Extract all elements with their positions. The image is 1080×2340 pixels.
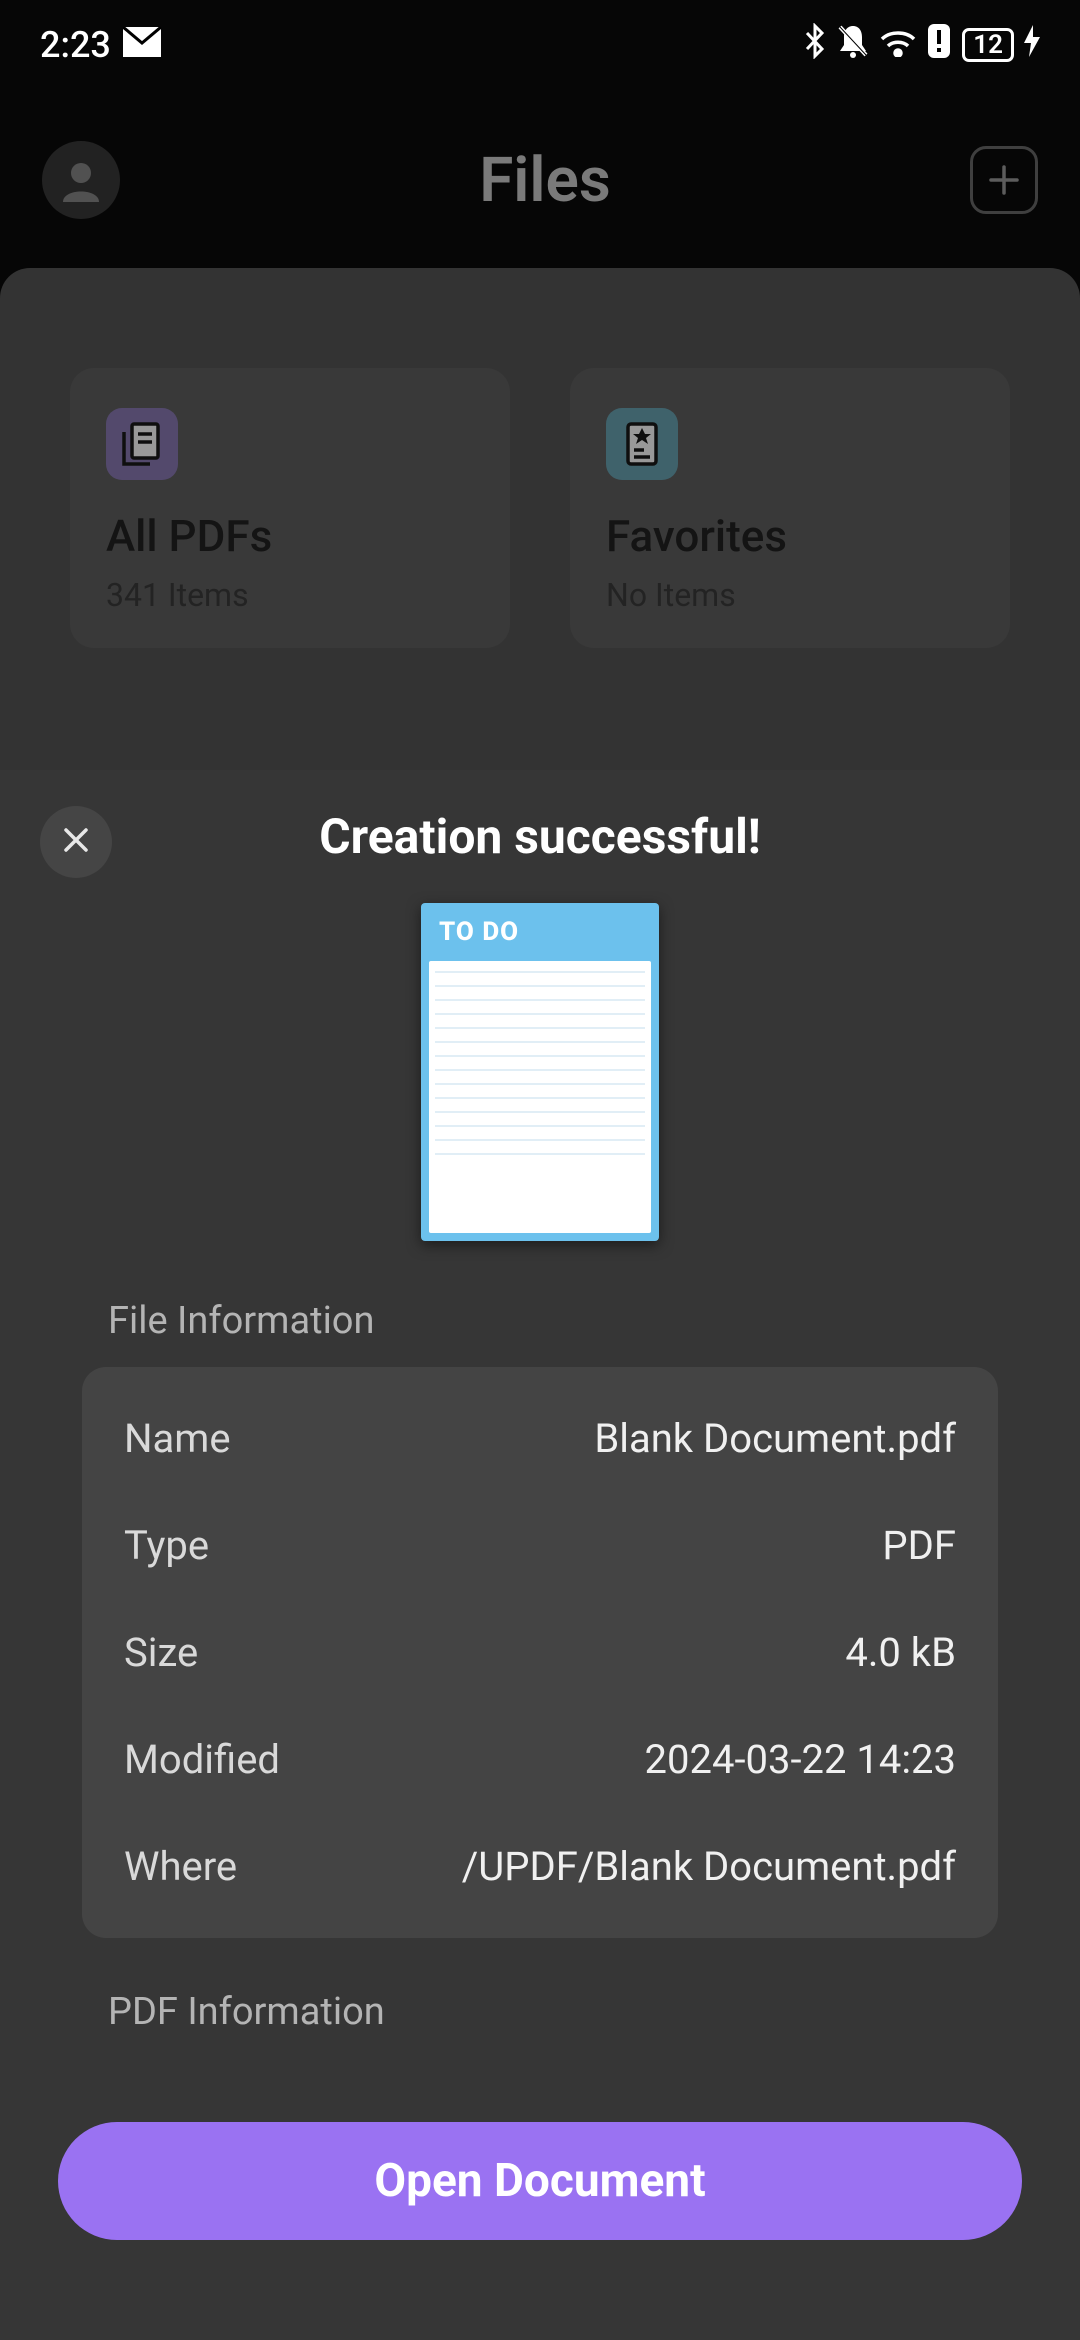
file-info-label: File Information	[40, 1299, 1040, 1343]
wifi-icon	[880, 24, 916, 66]
mail-icon	[123, 24, 161, 66]
battery-icon: 12	[962, 28, 1014, 62]
status-time: 2:23	[40, 24, 111, 66]
info-val: 2024-03-22 14:23	[645, 1736, 956, 1783]
document-thumbnail: TO DO	[40, 903, 1040, 1241]
status-bar: 2:23 12	[0, 0, 1080, 90]
close-button[interactable]	[40, 806, 112, 878]
info-val: 4.0 kB	[845, 1629, 956, 1676]
info-val: Blank Document.pdf	[594, 1415, 956, 1462]
creation-sheet: Creation successful! TO DO File Informat…	[0, 770, 1080, 2340]
info-val: PDF	[882, 1522, 956, 1569]
pdf-info-label: PDF Information	[40, 1990, 1040, 2034]
battery-level: 12	[973, 30, 1003, 60]
open-document-button[interactable]: Open Document	[58, 2122, 1022, 2240]
info-row-where: Where /UPDF/Blank Document.pdf	[124, 1813, 956, 1920]
info-key: Where	[124, 1843, 237, 1890]
info-key: Name	[124, 1415, 231, 1462]
info-key: Type	[124, 1522, 209, 1569]
thumbnail-page	[429, 961, 651, 1233]
bluetooth-icon	[804, 23, 826, 68]
info-key: Size	[124, 1629, 198, 1676]
info-row-name: Name Blank Document.pdf	[124, 1385, 956, 1492]
file-info-card: Name Blank Document.pdf Type PDF Size 4.…	[82, 1367, 998, 1938]
close-icon	[60, 824, 92, 860]
sheet-title: Creation successful!	[319, 808, 761, 865]
notifications-off-icon	[836, 23, 870, 68]
info-val: /UPDF/Blank Document.pdf	[462, 1843, 956, 1890]
info-row-modified: Modified 2024-03-22 14:23	[124, 1706, 956, 1813]
info-row-type: Type PDF	[124, 1492, 956, 1599]
alert-icon	[926, 24, 952, 67]
info-key: Modified	[124, 1736, 280, 1783]
charging-icon	[1024, 24, 1040, 66]
open-document-label: Open Document	[374, 2154, 705, 2208]
thumbnail-header: TO DO	[429, 911, 651, 961]
info-row-size: Size 4.0 kB	[124, 1599, 956, 1706]
